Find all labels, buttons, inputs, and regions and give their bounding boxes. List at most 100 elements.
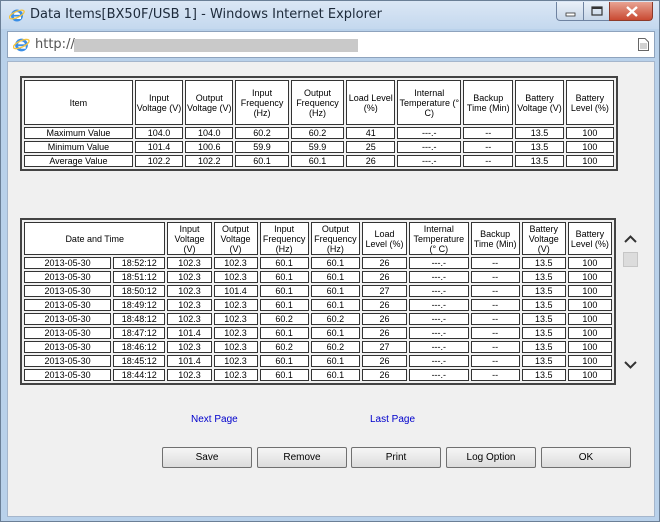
log-time: 18:48:12 — [113, 313, 166, 325]
maximize-button[interactable] — [583, 2, 609, 21]
log-cell: ---.- — [409, 271, 469, 283]
log-cell: 13.5 — [521, 285, 566, 297]
log-scrollbar[interactable] — [621, 218, 640, 388]
log-cell: ---.- — [409, 285, 469, 297]
log-cell: 102.3 — [167, 257, 212, 269]
summary-cell: ---.- — [397, 141, 462, 153]
log-row: 2013-05-30 18:46:12 102.3 102.3 60.2 60.… — [24, 341, 612, 353]
log-cell: 27 — [361, 341, 408, 353]
log-time: 18:51:12 — [113, 271, 166, 283]
log-cell: 13.5 — [521, 313, 566, 325]
log-row: 2013-05-30 18:49:12 102.3 102.3 60.1 60.… — [24, 299, 612, 311]
log-time: 18:49:12 — [113, 299, 166, 311]
header-input-voltage: Input Voltage (V) — [134, 80, 184, 125]
redacted-url — [74, 39, 358, 52]
log-cell: 102.3 — [167, 271, 212, 283]
summary-cell: 102.2 — [134, 155, 184, 167]
log-cell: 60.1 — [259, 257, 309, 269]
header-backup-time: Backup Time (Min) — [463, 80, 514, 125]
header-output-voltage: Output Voltage (V) — [213, 222, 258, 255]
summary-cell: -- — [463, 127, 514, 139]
log-cell: 60.1 — [310, 327, 360, 339]
log-cell: 27 — [361, 285, 408, 297]
log-cell: -- — [470, 271, 520, 283]
log-cell: ---.- — [409, 355, 469, 367]
internet-explorer-icon — [9, 9, 25, 22]
log-cell: 100 — [567, 257, 612, 269]
summary-cell: 59.9 — [235, 141, 289, 153]
last-page-link[interactable]: Last Page — [370, 414, 415, 425]
log-row: 2013-05-30 18:48:12 102.3 102.3 60.2 60.… — [24, 313, 612, 325]
summary-cell: 60.1 — [290, 155, 345, 167]
log-cell: 13.5 — [521, 341, 566, 353]
log-date: 2013-05-30 — [24, 313, 112, 325]
log-cell: 100 — [567, 355, 612, 367]
address-bar[interactable]: http:// — [7, 31, 655, 58]
log-row: 2013-05-30 18:52:12 102.3 102.3 60.1 60.… — [24, 257, 612, 269]
log-option-button[interactable]: Log Option — [446, 447, 536, 468]
log-cell: 13.5 — [521, 257, 566, 269]
header-internal-temperature: Internal Temperature (° C) — [409, 222, 469, 255]
summary-cell: Minimum Value — [24, 141, 133, 153]
close-button[interactable] — [609, 2, 653, 21]
log-cell: 102.3 — [213, 355, 258, 367]
title-bar: Data Items[BX50F/USB 1] - Windows Intern… — [1, 1, 659, 29]
summary-cell: 41 — [346, 127, 396, 139]
maximize-icon — [591, 6, 603, 16]
header-backup-time: Backup Time (Min) — [470, 222, 520, 255]
save-button[interactable]: Save — [162, 447, 252, 468]
header-date-time: Date and Time — [24, 222, 166, 255]
log-header-row: Date and Time Input Voltage (V) Output V… — [24, 222, 612, 255]
log-date: 2013-05-30 — [24, 257, 112, 269]
log-cell: -- — [470, 355, 520, 367]
summary-cell: -- — [463, 155, 514, 167]
log-cell: 26 — [361, 313, 408, 325]
log-cell: 102.3 — [213, 369, 258, 381]
log-cell: 102.3 — [167, 341, 212, 353]
log-cell: 60.1 — [259, 299, 309, 311]
log-time: 18:45:12 — [113, 355, 166, 367]
log-cell: 100 — [567, 327, 612, 339]
remove-button[interactable]: Remove — [257, 447, 347, 468]
log-date: 2013-05-30 — [24, 285, 112, 297]
log-time: 18:47:12 — [113, 327, 166, 339]
scroll-down-icon[interactable] — [621, 356, 640, 374]
scroll-thumb[interactable] — [623, 252, 638, 267]
summary-cell: 104.0 — [185, 127, 234, 139]
summary-cell: ---.- — [397, 127, 462, 139]
summary-cell: 25 — [346, 141, 396, 153]
log-cell: 60.1 — [259, 327, 309, 339]
log-date: 2013-05-30 — [24, 299, 112, 311]
log-cell: -- — [470, 313, 520, 325]
address-url: http:// — [35, 37, 75, 52]
minimize-button[interactable] — [556, 2, 583, 21]
header-output-frequency: Output Frequency (Hz) — [290, 80, 345, 125]
log-time: 18:44:12 — [113, 369, 166, 381]
summary-row-avg: Average Value 102.2 102.2 60.1 60.1 26 -… — [24, 155, 614, 167]
summary-row-max: Maximum Value 104.0 104.0 60.2 60.2 41 -… — [24, 127, 614, 139]
summary-cell: 100 — [565, 141, 614, 153]
header-internal-temperature: Internal Temperature (° C) — [397, 80, 462, 125]
log-cell: 100 — [567, 271, 612, 283]
log-cell: ---.- — [409, 299, 469, 311]
print-button[interactable]: Print — [351, 447, 441, 468]
log-cell: 13.5 — [521, 355, 566, 367]
log-date: 2013-05-30 — [24, 271, 112, 283]
log-scroll-area[interactable]: Date and Time Input Voltage (V) Output V… — [20, 218, 638, 388]
summary-cell: 60.2 — [235, 127, 289, 139]
ok-button[interactable]: OK — [541, 447, 631, 468]
log-cell: 102.3 — [213, 299, 258, 311]
summary-cell: 13.5 — [515, 127, 564, 139]
internet-explorer-icon — [13, 38, 30, 52]
log-cell: 13.5 — [521, 299, 566, 311]
log-cell: 100 — [567, 299, 612, 311]
log-date: 2013-05-30 — [24, 355, 112, 367]
log-cell: 26 — [361, 369, 408, 381]
summary-cell: -- — [463, 141, 514, 153]
scroll-up-icon[interactable] — [621, 230, 640, 248]
log-cell: 26 — [361, 257, 408, 269]
summary-cell: 60.1 — [235, 155, 289, 167]
log-cell: 26 — [361, 271, 408, 283]
next-page-link[interactable]: Next Page — [191, 414, 238, 425]
window-title: Data Items[BX50F/USB 1] - Windows Intern… — [30, 7, 382, 22]
